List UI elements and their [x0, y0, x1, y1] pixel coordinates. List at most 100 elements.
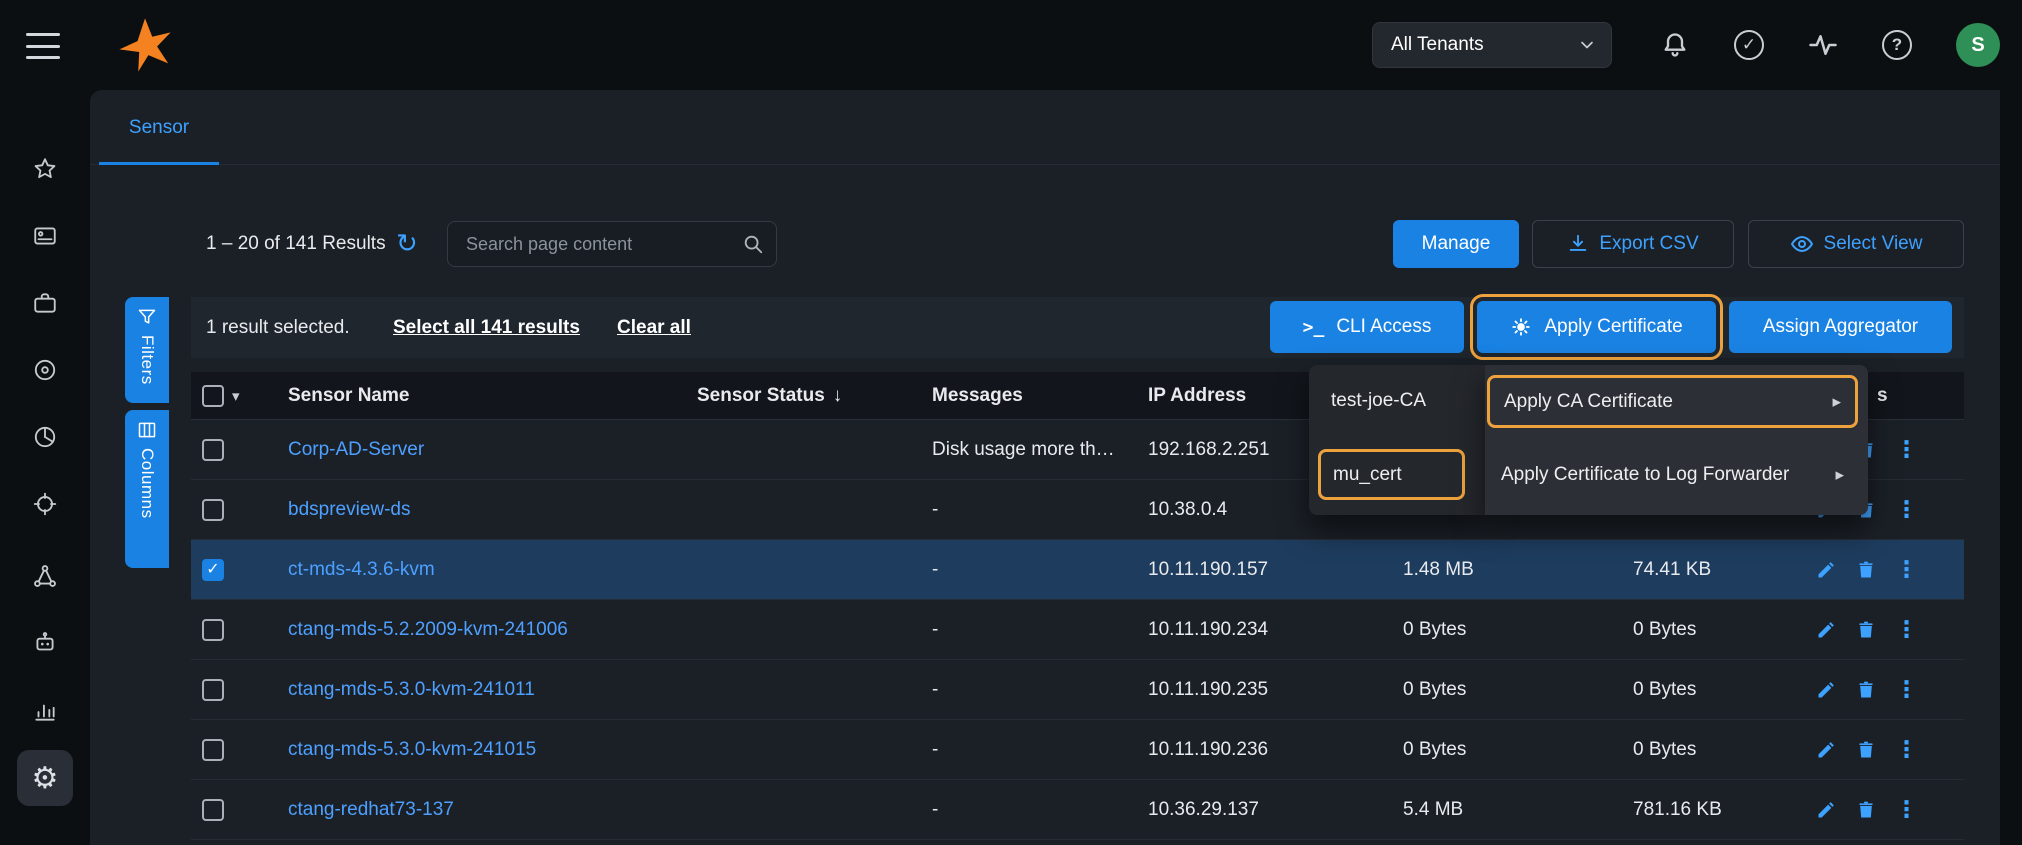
columns-side-tab[interactable]: Columns	[125, 410, 169, 568]
size-cell: 74.41 KB	[1633, 559, 1801, 581]
search-box	[447, 221, 777, 267]
table-row[interactable]: ctang-redhat73-137 - 10.36.29.137 5.4 MB…	[191, 780, 1964, 840]
export-csv-button[interactable]: Export CSV	[1532, 220, 1734, 268]
edit-pencil-icon[interactable]	[1815, 619, 1837, 641]
packets-disc-icon[interactable]	[0, 357, 90, 383]
ip-cell: 10.11.190.235	[1148, 679, 1403, 701]
delete-trash-icon[interactable]	[1855, 679, 1877, 701]
left-sidebar: ⚙	[0, 90, 90, 845]
search-icon	[742, 233, 764, 255]
activity-pulse-icon[interactable]	[1808, 30, 1838, 60]
header-sensor-name[interactable]: Sensor Name	[288, 385, 697, 407]
delete-trash-icon[interactable]	[1855, 619, 1877, 641]
cli-access-button[interactable]: >_ CLI Access	[1270, 301, 1464, 353]
clear-all-link[interactable]: Clear all	[617, 317, 691, 339]
notifications-bell-icon[interactable]	[1660, 30, 1690, 60]
size-cell: 0 Bytes	[1633, 679, 1801, 701]
certificate-submenu: test-joe-CA mu_cert	[1309, 365, 1485, 515]
top-bar: All Tenants ✓ ? S	[0, 0, 2022, 90]
edit-pencil-icon[interactable]	[1815, 799, 1837, 821]
brand-logo-icon[interactable]	[116, 16, 174, 74]
select-view-button[interactable]: Select View	[1748, 220, 1964, 268]
size-cell: 0 Bytes	[1403, 739, 1633, 761]
search-input[interactable]	[464, 233, 742, 256]
sensor-name-link[interactable]: Corp-AD-Server	[288, 439, 424, 460]
user-avatar[interactable]: S	[1956, 23, 2000, 67]
row-checkbox[interactable]	[202, 799, 224, 821]
sensor-name-link[interactable]: ctang-mds-5.2.2009-kvm-241006	[288, 619, 568, 640]
row-checkbox[interactable]	[202, 439, 224, 461]
sensor-name-link[interactable]: ctang-mds-5.3.0-kvm-241011	[288, 679, 535, 700]
sensor-name-link[interactable]: ct-mds-4.3.6-kvm	[288, 559, 435, 580]
select-all-checkbox[interactable]	[202, 385, 224, 407]
table-row-selected[interactable]: ✓ ct-mds-4.3.6-kvm - 10.11.190.157 1.48 …	[191, 540, 1964, 600]
row-checkbox-checked[interactable]: ✓	[202, 559, 224, 581]
table-row[interactable]: ctang-mds-5.3.0-kvm-241011 - 10.11.190.2…	[191, 660, 1964, 720]
delete-trash-icon[interactable]	[1855, 739, 1877, 761]
submenu-arrow-icon: ▸	[1832, 392, 1841, 412]
table-row[interactable]: ctang-mds-5.3.0-kvm-241015 - 10.11.190.2…	[191, 720, 1964, 780]
more-actions-icon[interactable]: ⋮	[1895, 738, 1918, 761]
row-checkbox[interactable]	[202, 739, 224, 761]
messages-cell: -	[932, 739, 1148, 761]
refresh-icon[interactable]: ↻	[396, 219, 418, 267]
row-checkbox[interactable]	[202, 619, 224, 641]
delete-trash-icon[interactable]	[1855, 799, 1877, 821]
more-actions-icon[interactable]: ⋮	[1895, 678, 1918, 701]
assign-aggregator-button[interactable]: Assign Aggregator	[1729, 301, 1952, 353]
tab-sensor[interactable]: Sensor	[99, 90, 219, 165]
select-all-link[interactable]: Select all 141 results	[393, 317, 580, 339]
size-cell: 0 Bytes	[1633, 619, 1801, 641]
checkbox-caret-icon[interactable]: ▾	[232, 387, 240, 405]
bot-icon[interactable]	[0, 630, 90, 656]
delete-trash-icon[interactable]	[1855, 559, 1877, 581]
menu-item-cert[interactable]: test-joe-CA	[1319, 375, 1475, 426]
row-checkbox[interactable]	[202, 679, 224, 701]
columns-icon	[137, 420, 157, 440]
size-cell: 0 Bytes	[1403, 679, 1633, 701]
sensor-name-link[interactable]: ctang-mds-5.3.0-kvm-241015	[288, 739, 536, 760]
filter-funnel-icon	[137, 307, 157, 327]
tasks-check-icon[interactable]: ✓	[1734, 30, 1764, 60]
detections-target-icon[interactable]	[0, 491, 90, 517]
apply-certificate-button[interactable]: Apply Certificate	[1477, 301, 1716, 353]
metrics-chart-icon[interactable]	[0, 698, 90, 724]
more-actions-icon[interactable]: ⋮	[1895, 438, 1918, 461]
more-actions-icon[interactable]: ⋮	[1895, 558, 1918, 581]
edit-pencil-icon[interactable]	[1815, 679, 1837, 701]
manage-button[interactable]: Manage	[1393, 220, 1519, 268]
cases-briefcase-icon[interactable]	[0, 290, 90, 316]
table-row[interactable]: ctang-mds-5.2.2009-kvm-241006 - 10.11.19…	[191, 600, 1964, 660]
network-graph-icon[interactable]	[0, 563, 90, 589]
settings-gear-icon[interactable]: ⚙	[17, 750, 73, 806]
tenant-selector[interactable]: All Tenants	[1372, 22, 1612, 68]
size-cell: 5.4 MB	[1403, 799, 1633, 821]
sensor-name-link[interactable]: ctang-redhat73-137	[288, 799, 454, 820]
header-messages[interactable]: Messages	[932, 385, 1148, 407]
menu-item-apply-cert-log-forwarder[interactable]: Apply Certificate to Log Forwarder ▸	[1487, 449, 1858, 500]
menu-item-cert-highlighted[interactable]: mu_cert	[1318, 449, 1465, 500]
filters-side-tab[interactable]: Filters	[125, 297, 169, 403]
header-sensor-status[interactable]: Sensor Status ↓	[697, 385, 932, 407]
messages-cell: Disk usage more th…	[932, 439, 1148, 461]
more-actions-icon[interactable]: ⋮	[1895, 798, 1918, 821]
more-actions-icon[interactable]: ⋮	[1895, 498, 1918, 521]
edit-pencil-icon[interactable]	[1815, 739, 1837, 761]
help-icon[interactable]: ?	[1882, 30, 1912, 60]
app-window: All Tenants ✓ ? S	[0, 0, 2022, 845]
messages-cell: -	[932, 799, 1148, 821]
row-checkbox[interactable]	[202, 499, 224, 521]
hamburger-menu-icon[interactable]	[26, 33, 60, 59]
apply-certificate-menu: test-joe-CA mu_cert Apply CA Certificate…	[1309, 365, 1868, 515]
selection-bar: 1 result selected. Select all 141 result…	[191, 297, 1964, 358]
edit-pencil-icon[interactable]	[1815, 559, 1837, 581]
results-count: 1 – 20 of 141 Results	[206, 220, 386, 268]
analytics-pie-icon[interactable]	[0, 424, 90, 450]
menu-item-apply-ca-certificate[interactable]: Apply CA Certificate ▸	[1487, 375, 1858, 428]
favorites-star-icon[interactable]	[0, 156, 90, 182]
more-actions-icon[interactable]: ⋮	[1895, 618, 1918, 641]
certificate-actions-menu: Apply CA Certificate ▸ Apply Certificate…	[1485, 365, 1868, 515]
sensor-name-link[interactable]: bdspreview-ds	[288, 499, 411, 520]
subscriptions-card-icon[interactable]	[0, 223, 90, 249]
submenu-arrow-icon: ▸	[1835, 465, 1844, 485]
